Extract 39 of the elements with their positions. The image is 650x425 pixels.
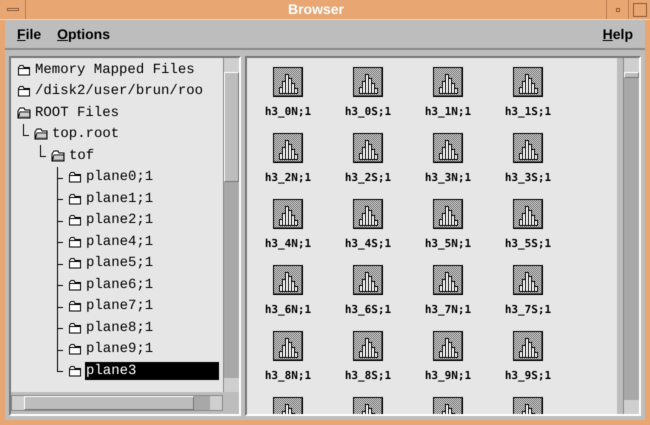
tree-item[interactable]: plane6;1 (85, 276, 154, 294)
histogram-label[interactable]: h3_3N;1 (424, 171, 472, 184)
histogram-label[interactable]: h3_4N;1 (264, 237, 312, 250)
tree-item[interactable]: plane9;1 (85, 340, 154, 358)
tree-item[interactable]: Memory Mapped Files (34, 60, 196, 79)
tree-item[interactable]: plane8;1 (85, 318, 154, 337)
tree-item[interactable]: plane1;1 (85, 190, 154, 208)
tree-item[interactable]: plane7;1 (85, 297, 154, 316)
menu-item[interactable]: Options (57, 24, 110, 44)
histogram-label[interactable]: h3_8S;1 (344, 369, 392, 382)
tree-item[interactable]: plane5;1 (85, 254, 154, 272)
histogram-label[interactable]: h3_7N;1 (424, 303, 472, 316)
histogram-label[interactable]: h3_5N;1 (424, 237, 472, 250)
menu-item[interactable]: Help (602, 24, 633, 44)
histogram-label[interactable]: h3_5S;1 (504, 237, 552, 250)
histogram-label[interactable]: h3_6N;1 (264, 303, 312, 316)
tree-item[interactable]: plane2;1 (85, 211, 154, 230)
histogram-label[interactable]: h3_1S;1 (504, 105, 552, 118)
histogram-label[interactable]: h3_2S;1 (344, 171, 392, 184)
window-title: Browser (286, 0, 346, 19)
histogram-label[interactable]: h3_6S;1 (344, 303, 392, 316)
histogram-label[interactable]: h3_3S;1 (504, 171, 552, 184)
histogram-label[interactable]: h3_0N;1 (264, 105, 312, 118)
tree-item[interactable]: plane4;1 (85, 232, 154, 251)
tree-item[interactable]: plane3 (85, 362, 219, 380)
menu-item[interactable]: File (17, 24, 42, 44)
histogram-label[interactable]: h3_0S;1 (344, 105, 392, 118)
tree-item[interactable]: ROOT Files (34, 104, 120, 122)
tree-item[interactable]: /disk2/user/brun/roo (34, 82, 204, 100)
tree-item[interactable]: top.root (51, 125, 120, 144)
histogram-label[interactable]: h3_7S;1 (504, 303, 552, 316)
histogram-label[interactable]: h3_9S;1 (504, 369, 552, 382)
histogram-label[interactable]: h3_9N;1 (424, 369, 472, 382)
histogram-label[interactable]: h3_4S;1 (344, 237, 392, 250)
tree-item[interactable]: plane0;1 (85, 168, 154, 186)
tree-item[interactable]: tof (68, 146, 96, 165)
histogram-label[interactable]: h3_2N;1 (264, 171, 312, 184)
histogram-label[interactable]: h3_8N;1 (264, 369, 312, 382)
histogram-label[interactable]: h3_1N;1 (424, 105, 472, 118)
